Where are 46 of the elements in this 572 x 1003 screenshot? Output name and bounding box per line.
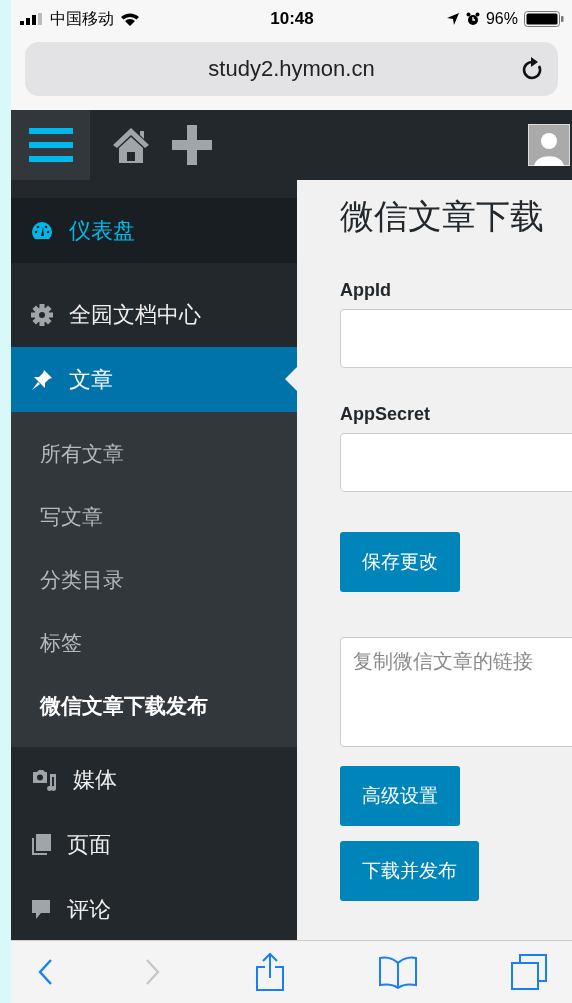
field-label: AppId xyxy=(340,280,391,301)
tabs-icon[interactable] xyxy=(510,953,548,991)
sidebar-item[interactable]: 仪表盘 xyxy=(11,198,297,263)
url-text: study2.hymon.cn xyxy=(208,56,375,82)
camera-music-icon xyxy=(31,768,57,791)
pushpin-icon xyxy=(31,368,53,391)
back-icon[interactable] xyxy=(37,958,53,986)
page-title: 微信文章下载 xyxy=(340,196,544,237)
submenu-item[interactable]: 分类目录 xyxy=(11,548,297,611)
share-icon[interactable] xyxy=(253,952,286,992)
download-button[interactable]: 下载并发布 xyxy=(340,841,479,901)
reload-icon[interactable] xyxy=(522,57,544,81)
save-button[interactable]: 保存更改 xyxy=(340,532,460,592)
field-label: AppSecret xyxy=(340,404,431,425)
input-field[interactable] xyxy=(340,433,572,492)
input-field[interactable] xyxy=(340,309,572,368)
location-arrow-icon xyxy=(445,12,460,26)
avatar-icon[interactable] xyxy=(528,124,570,166)
gear-icon xyxy=(31,303,53,326)
battery-icon xyxy=(524,11,564,27)
sidebar-item[interactable]: 评论 xyxy=(11,877,297,942)
home-icon[interactable] xyxy=(112,126,150,164)
pages-icon xyxy=(31,833,51,856)
bookmarks-icon[interactable] xyxy=(377,955,418,989)
link-textarea[interactable]: 复制微信文章的链接 xyxy=(340,637,572,747)
signal-icon xyxy=(20,13,44,25)
dashboard-gauge-icon xyxy=(31,220,53,241)
speech-bubble-icon xyxy=(31,898,51,921)
carrier-name: 中国移动 xyxy=(50,8,114,29)
sidebar-item[interactable]: 全园文档中心 xyxy=(11,282,297,347)
sidebar-item[interactable]: 媒体 xyxy=(11,747,297,812)
address-bar[interactable]: study2.hymon.cn xyxy=(25,42,558,96)
wifi-icon xyxy=(120,12,140,26)
alarm-clock-icon xyxy=(465,12,480,26)
submenu-item[interactable]: 所有文章 xyxy=(11,422,297,485)
submenu-item[interactable]: 写文章 xyxy=(11,485,297,548)
settings-button[interactable]: 高级设置 xyxy=(340,766,460,826)
submenu-item[interactable]: 标签 xyxy=(11,611,297,674)
plus-icon[interactable] xyxy=(172,125,212,165)
sidebar-item[interactable]: 文章 xyxy=(11,347,297,412)
sidebar-item[interactable]: 页面 xyxy=(11,812,297,877)
menu-icon xyxy=(28,128,73,162)
clock-time: 10:48 xyxy=(270,9,314,29)
menu-button[interactable] xyxy=(11,110,90,180)
submenu-item[interactable]: 微信文章下载发布 xyxy=(11,674,297,737)
battery-percent: 96% xyxy=(485,10,518,28)
